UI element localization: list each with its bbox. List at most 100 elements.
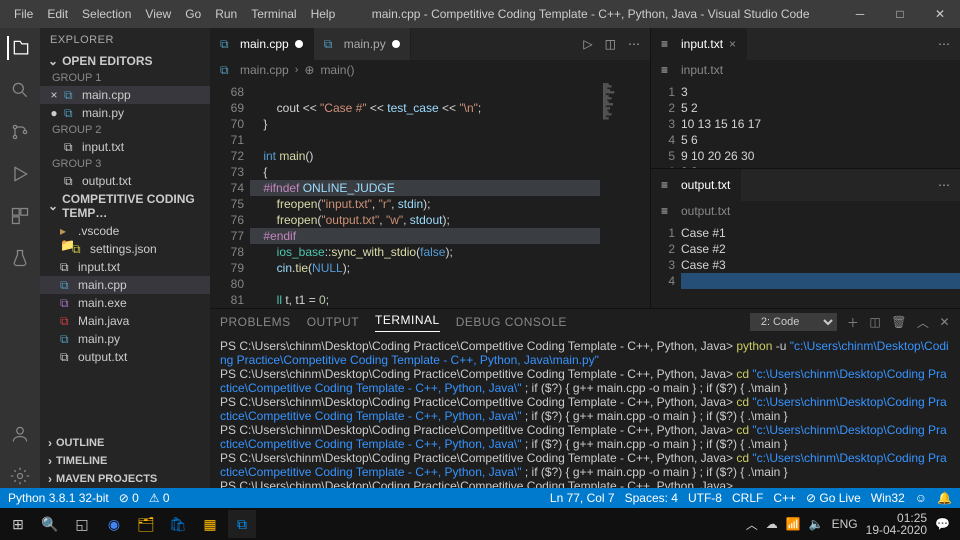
new-terminal-icon[interactable]: ＋: [847, 314, 860, 331]
more-actions-icon[interactable]: ⋯: [628, 37, 640, 51]
maximize-button[interactable]: □: [880, 0, 920, 28]
more-actions-icon[interactable]: ⋯: [938, 178, 950, 192]
open-editor-item[interactable]: ⧉ output.txt: [40, 172, 210, 190]
source-control-icon[interactable]: [8, 120, 32, 144]
menu-terminal[interactable]: Terminal: [245, 3, 302, 25]
onedrive-icon[interactable]: ☁: [766, 517, 778, 531]
test-icon[interactable]: [8, 246, 32, 270]
terminal-selector[interactable]: 2: Code: [750, 313, 837, 331]
minimize-button[interactable]: ─: [840, 0, 880, 28]
file-tree-item[interactable]: ⧉ main.py: [40, 330, 210, 348]
status-item[interactable]: Win32: [871, 491, 905, 505]
editor-tab[interactable]: ⧉main.py: [314, 28, 411, 60]
system-tray[interactable]: ︿ ☁ 📶 🔈 ENG 01:2519-04-2020 💬: [746, 512, 956, 536]
wifi-icon[interactable]: 📶: [786, 517, 801, 531]
status-item[interactable]: ⚠ 0: [149, 491, 170, 505]
file-tree-item[interactable]: ⧉ main.exe: [40, 294, 210, 312]
file-tree-item[interactable]: ⧉ Main.java: [40, 312, 210, 330]
status-item[interactable]: Spaces: 4: [625, 491, 678, 505]
editor-tabs: ⧉main.cpp⧉main.py ▷ ◫ ⋯: [210, 28, 650, 60]
menu-bar: FileEditSelectionViewGoRunTerminalHelp: [0, 3, 341, 25]
panel-tab-terminal[interactable]: TERMINAL: [375, 313, 440, 332]
right-editor-group: ≡input.txt× ⋯ ≡input.txt 1234567 35 210 …: [650, 28, 960, 308]
output-editor[interactable]: Case #1Case #2Case #3: [681, 221, 960, 309]
volume-icon[interactable]: 🔈: [809, 517, 824, 531]
start-button[interactable]: ⊞: [4, 510, 32, 538]
file-tree-item[interactable]: ⧉ main.cpp: [40, 276, 210, 294]
notifications-icon[interactable]: 💬: [935, 517, 950, 531]
section-timeline[interactable]: TIMELINE: [40, 452, 210, 470]
minimap[interactable]: ████████████████████████████████████████…: [600, 80, 650, 308]
file-tree-item[interactable]: ▸ 📁 .vscode: [40, 222, 210, 240]
status-item[interactable]: ⊘ 0: [119, 491, 139, 505]
extensions-icon[interactable]: [8, 204, 32, 228]
editor-tab[interactable]: ⧉main.cpp: [210, 28, 314, 60]
status-item[interactable]: ☺: [915, 491, 927, 505]
language-indicator[interactable]: ENG: [832, 517, 858, 531]
vscode-taskbar-icon[interactable]: ⧉: [228, 510, 256, 538]
status-item[interactable]: Ln 77, Col 7: [550, 491, 615, 505]
status-item[interactable]: C++: [773, 491, 796, 505]
run-button[interactable]: ▷: [583, 37, 592, 51]
menu-file[interactable]: File: [8, 3, 39, 25]
panel-tab-problems[interactable]: PROBLEMS: [220, 315, 291, 329]
status-item[interactable]: ⊘ Go Live: [806, 491, 861, 505]
maximize-panel-icon[interactable]: ︿: [917, 314, 930, 331]
open-editor-item[interactable]: ●⧉ main.py: [40, 104, 210, 122]
terminal[interactable]: PS C:\Users\chinm\Desktop\Coding Practic…: [210, 335, 960, 488]
panel-tabs: PROBLEMS OUTPUT TERMINAL DEBUG CONSOLE 2…: [210, 309, 960, 335]
search-taskbar-icon[interactable]: 🔍: [36, 510, 64, 538]
file-tree-item[interactable]: ⧉ input.txt: [40, 258, 210, 276]
section-outline[interactable]: OUTLINE: [40, 434, 210, 452]
file-tree-item[interactable]: ⧉ output.txt: [40, 348, 210, 366]
editor-group-label: GROUP 2: [40, 122, 210, 138]
app-icon[interactable]: ▦: [196, 510, 224, 538]
menu-view[interactable]: View: [139, 3, 177, 25]
editor-group-label: GROUP 3: [40, 156, 210, 172]
run-debug-icon[interactable]: [8, 162, 32, 186]
status-item[interactable]: UTF-8: [688, 491, 722, 505]
kill-terminal-icon[interactable]: 🗑: [891, 315, 907, 329]
breadcrumb[interactable]: ⧉main.cpp › ⊕main(): [210, 60, 650, 80]
menu-go[interactable]: Go: [179, 3, 207, 25]
chrome-icon[interactable]: ◉: [100, 510, 128, 538]
window-title: main.cpp - Competitive Coding Template -…: [341, 7, 840, 21]
panel: PROBLEMS OUTPUT TERMINAL DEBUG CONSOLE 2…: [210, 308, 960, 488]
close-panel-icon[interactable]: ✕: [939, 315, 950, 329]
section-maven-projects[interactable]: MAVEN PROJECTS: [40, 470, 210, 488]
scrollbar[interactable]: [946, 80, 960, 168]
tab-output-txt[interactable]: ≡output.txt: [651, 169, 741, 201]
menu-run[interactable]: Run: [209, 3, 243, 25]
more-actions-icon[interactable]: ⋯: [938, 37, 950, 51]
search-icon[interactable]: [8, 78, 32, 102]
store-icon[interactable]: 🛍: [164, 510, 192, 538]
panel-tab-debug-console[interactable]: DEBUG CONSOLE: [456, 315, 567, 329]
menu-edit[interactable]: Edit: [41, 3, 74, 25]
open-editor-item[interactable]: ⧉ input.txt: [40, 138, 210, 156]
activity-bar: [0, 28, 40, 488]
split-terminal-icon[interactable]: ◫: [869, 315, 881, 329]
status-item[interactable]: 🔔: [937, 491, 952, 505]
explorer-icon[interactable]: [7, 36, 31, 60]
accounts-icon[interactable]: [8, 422, 32, 446]
menu-selection[interactable]: Selection: [76, 3, 137, 25]
status-bar: Python 3.8.1 32-bit ⊘ 0 ⚠ 0 Ln 77, Col 7 Sp…: [0, 488, 960, 508]
panel-tab-output[interactable]: OUTPUT: [307, 315, 359, 329]
input-editor[interactable]: 35 210 13 15 16 175 69 10 20 26 308 31 2…: [681, 80, 946, 168]
tray-chevron-icon[interactable]: ︿: [746, 516, 758, 533]
split-editor-icon[interactable]: ◫: [605, 37, 616, 51]
folder-section[interactable]: COMPETITIVE CODING TEMP…: [40, 190, 210, 222]
clock[interactable]: 01:2519-04-2020: [866, 512, 927, 536]
open-editors-section[interactable]: OPEN EDITORS: [40, 52, 210, 70]
status-item[interactable]: CRLF: [732, 491, 763, 505]
menu-help[interactable]: Help: [305, 3, 342, 25]
close-button[interactable]: ✕: [920, 0, 960, 28]
code-editor[interactable]: cout << "Case #" << test_case << "\n"; }…: [250, 80, 600, 308]
tab-input-txt[interactable]: ≡input.txt×: [651, 28, 747, 60]
file-explorer-icon[interactable]: 🗂: [132, 510, 160, 538]
open-editor-item[interactable]: ×⧉ main.cpp: [40, 86, 210, 104]
task-view-icon[interactable]: ◱: [68, 510, 96, 538]
close-tab-icon[interactable]: ×: [729, 37, 736, 51]
settings-gear-icon[interactable]: [8, 464, 32, 488]
status-item[interactable]: Python 3.8.1 32-bit: [8, 491, 109, 505]
